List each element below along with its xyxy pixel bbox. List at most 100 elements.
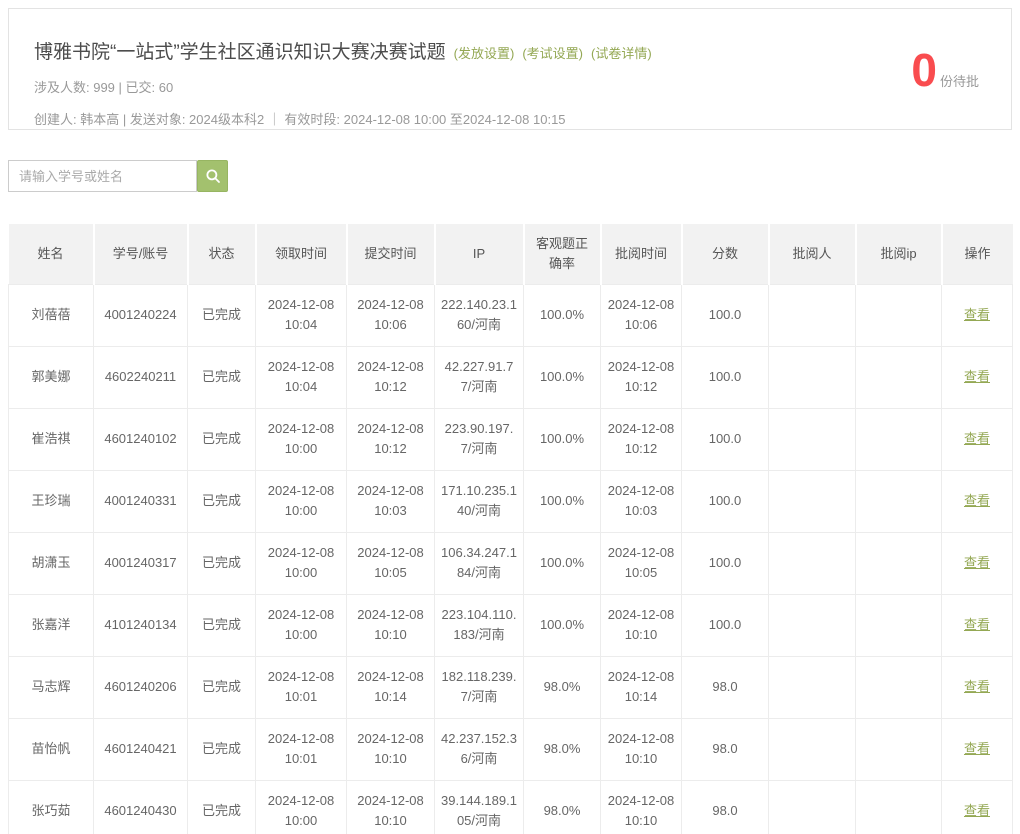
cell-reviewer <box>769 594 856 656</box>
cell-receive-time: 2024-12-08 10:01 <box>256 656 347 718</box>
view-link[interactable]: 查看 <box>964 369 990 384</box>
cell-submit-time: 2024-12-08 10:10 <box>347 718 435 780</box>
distribution-settings-link[interactable]: (发放设置) <box>454 43 515 62</box>
view-link[interactable]: 查看 <box>964 307 990 322</box>
cell-receive-time: 2024-12-08 10:01 <box>256 718 347 780</box>
cell-student-id: 4001240317 <box>94 532 188 594</box>
cell-ip: 42.237.152.36/河南 <box>435 718 524 780</box>
paper-details-link[interactable]: (试卷详情) <box>591 43 652 62</box>
column-header-4: 提交时间 <box>347 224 435 284</box>
cell-status: 已完成 <box>188 346 256 408</box>
cell-status: 已完成 <box>188 284 256 346</box>
view-link[interactable]: 查看 <box>964 555 990 570</box>
cell-receive-time: 2024-12-08 10:00 <box>256 470 347 532</box>
cell-submit-time: 2024-12-08 10:10 <box>347 594 435 656</box>
cell-review-time: 2024-12-08 10:10 <box>601 718 682 780</box>
view-link[interactable]: 查看 <box>964 493 990 508</box>
table-body: 刘蓓蓓4001240224已完成2024-12-08 10:042024-12-… <box>9 284 1013 834</box>
cell-name: 张巧茹 <box>9 780 94 834</box>
cell-review-ip <box>856 780 942 834</box>
table-row: 马志辉4601240206已完成2024-12-08 10:012024-12-… <box>9 656 1013 718</box>
view-link[interactable]: 查看 <box>964 741 990 756</box>
cell-student-id: 4601240102 <box>94 408 188 470</box>
cell-action: 查看 <box>942 656 1013 718</box>
cell-receive-time: 2024-12-08 10:00 <box>256 594 347 656</box>
search-button[interactable] <box>197 160 228 192</box>
column-header-1: 学号/账号 <box>94 224 188 284</box>
column-header-5: IP <box>435 224 524 284</box>
cell-review-ip <box>856 284 942 346</box>
cell-review-time: 2024-12-08 10:06 <box>601 284 682 346</box>
cell-score: 98.0 <box>682 656 769 718</box>
cell-student-id: 4601240206 <box>94 656 188 718</box>
cell-status: 已完成 <box>188 408 256 470</box>
cell-name: 郭美娜 <box>9 346 94 408</box>
cell-reviewer <box>769 408 856 470</box>
pending-count-label: 份待批 <box>940 71 979 90</box>
column-header-8: 分数 <box>682 224 769 284</box>
pending-count: 0 <box>911 47 937 93</box>
column-header-0: 姓名 <box>9 224 94 284</box>
cell-score: 100.0 <box>682 532 769 594</box>
cell-student-id: 4101240134 <box>94 594 188 656</box>
cell-submit-time: 2024-12-08 10:14 <box>347 656 435 718</box>
table-header-row: 姓名学号/账号状态领取时间提交时间IP客观题正确率批阅时间分数批阅人批阅ip操作 <box>9 224 1013 284</box>
cell-ip: 106.34.247.184/河南 <box>435 532 524 594</box>
cell-submit-time: 2024-12-08 10:12 <box>347 408 435 470</box>
view-link[interactable]: 查看 <box>964 617 990 632</box>
pending-review-counter: 0 份待批 <box>911 47 979 93</box>
cell-submit-time: 2024-12-08 10:03 <box>347 470 435 532</box>
cell-score: 98.0 <box>682 780 769 834</box>
cell-accuracy: 98.0% <box>524 656 601 718</box>
cell-review-ip <box>856 718 942 780</box>
exam-header-card: 博雅书院“一站式”学生社区通识知识大赛决赛试题 (发放设置) (考试设置) (试… <box>8 8 1012 130</box>
cell-status: 已完成 <box>188 656 256 718</box>
cell-action: 查看 <box>942 780 1013 834</box>
cell-accuracy: 98.0% <box>524 780 601 834</box>
cell-name: 刘蓓蓓 <box>9 284 94 346</box>
cell-status: 已完成 <box>188 532 256 594</box>
cell-review-time: 2024-12-08 10:12 <box>601 408 682 470</box>
cell-submit-time: 2024-12-08 10:10 <box>347 780 435 834</box>
column-header-10: 批阅ip <box>856 224 942 284</box>
cell-status: 已完成 <box>188 594 256 656</box>
cell-submit-time: 2024-12-08 10:12 <box>347 346 435 408</box>
column-header-6: 客观题正确率 <box>524 224 601 284</box>
view-link[interactable]: 查看 <box>964 431 990 446</box>
cell-name: 马志辉 <box>9 656 94 718</box>
cell-review-time: 2024-12-08 10:10 <box>601 594 682 656</box>
view-link[interactable]: 查看 <box>964 803 990 818</box>
column-header-2: 状态 <box>188 224 256 284</box>
cell-score: 100.0 <box>682 346 769 408</box>
cell-reviewer <box>769 718 856 780</box>
table-row: 郭美娜4602240211已完成2024-12-08 10:042024-12-… <box>9 346 1013 408</box>
cell-action: 查看 <box>942 284 1013 346</box>
cell-score: 100.0 <box>682 470 769 532</box>
cell-student-id: 4001240331 <box>94 470 188 532</box>
column-header-9: 批阅人 <box>769 224 856 284</box>
cell-student-id: 4601240430 <box>94 780 188 834</box>
cell-accuracy: 98.0% <box>524 718 601 780</box>
cell-reviewer <box>769 532 856 594</box>
cell-review-ip <box>856 470 942 532</box>
cell-name: 崔浩祺 <box>9 408 94 470</box>
cell-reviewer <box>769 780 856 834</box>
cell-reviewer <box>769 656 856 718</box>
cell-review-ip <box>856 408 942 470</box>
table-row: 王珍瑞4001240331已完成2024-12-08 10:002024-12-… <box>9 470 1013 532</box>
cell-student-id: 4602240211 <box>94 346 188 408</box>
exam-settings-link[interactable]: (考试设置) <box>522 43 583 62</box>
search-input[interactable] <box>8 160 197 192</box>
cell-ip: 222.140.23.160/河南 <box>435 284 524 346</box>
cell-reviewer <box>769 470 856 532</box>
cell-receive-time: 2024-12-08 10:00 <box>256 532 347 594</box>
cell-status: 已完成 <box>188 780 256 834</box>
table-row: 胡潇玉4001240317已完成2024-12-08 10:002024-12-… <box>9 532 1013 594</box>
results-table: 姓名学号/账号状态领取时间提交时间IP客观题正确率批阅时间分数批阅人批阅ip操作… <box>8 224 1013 834</box>
table-row: 刘蓓蓓4001240224已完成2024-12-08 10:042024-12-… <box>9 284 1013 346</box>
cell-receive-time: 2024-12-08 10:04 <box>256 284 347 346</box>
view-link[interactable]: 查看 <box>964 679 990 694</box>
cell-review-time: 2024-12-08 10:12 <box>601 346 682 408</box>
search-icon <box>204 167 222 185</box>
cell-ip: 42.227.91.77/河南 <box>435 346 524 408</box>
